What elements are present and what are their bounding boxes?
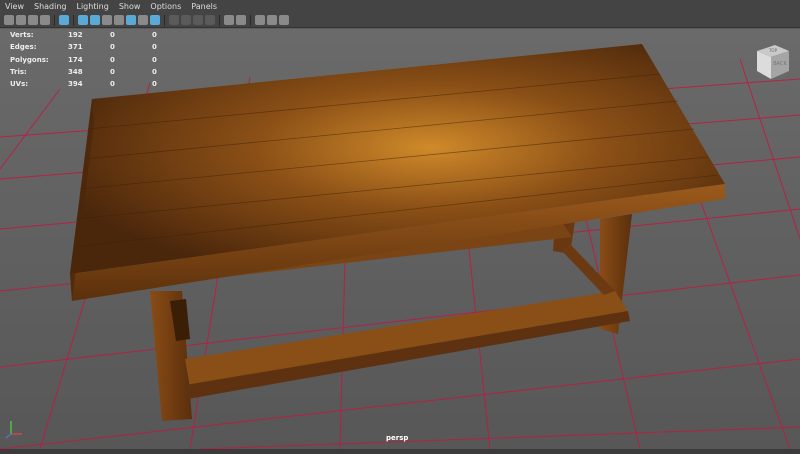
axis-gizmo xyxy=(5,421,22,439)
hud-label: Polygons: xyxy=(10,55,49,64)
menu-panels[interactable]: Panels xyxy=(186,2,222,11)
wireframe-on-shaded-icon[interactable] xyxy=(102,15,112,25)
menu-show[interactable]: Show xyxy=(114,2,146,11)
camera-attributes-icon[interactable] xyxy=(16,15,26,25)
hud-label: UVs: xyxy=(10,80,29,89)
table-model[interactable] xyxy=(70,44,725,421)
viewport-menubar: View Shading Lighting Show Options Panel… xyxy=(0,0,800,13)
wireframe-icon[interactable] xyxy=(78,15,88,25)
table-stretcher-front xyxy=(185,291,628,387)
safe-action-icon[interactable] xyxy=(279,15,289,25)
toolbar-separator xyxy=(250,14,251,26)
textured-icon[interactable] xyxy=(126,15,136,25)
hud-label: Edges: xyxy=(10,43,37,52)
motion-blur-icon[interactable] xyxy=(181,15,191,25)
perspective-viewport[interactable]: Verts: 192 0 0 Edges: 371 0 0 Polygons: 174 0 0 T… xyxy=(0,29,800,449)
camera-icon[interactable] xyxy=(4,15,14,25)
hud-value: 0 xyxy=(110,31,115,40)
xray-joints-icon[interactable] xyxy=(236,15,246,25)
view-cube-back-label: BACK xyxy=(773,61,787,67)
camera-name-label: persp xyxy=(386,434,409,442)
isolate-select-icon[interactable] xyxy=(224,15,234,25)
x-ray-icon[interactable] xyxy=(114,15,124,25)
depth-of-field-icon[interactable] xyxy=(205,15,215,25)
z-axis-icon xyxy=(5,433,12,439)
toolbar-separator xyxy=(219,14,220,26)
menu-lighting[interactable]: Lighting xyxy=(71,2,113,11)
hud-row-verts: Verts: 192 0 0 xyxy=(10,29,194,41)
time-slider-strip[interactable] xyxy=(0,449,800,454)
lights-icon[interactable] xyxy=(138,15,148,25)
viewport-toolbar xyxy=(0,13,800,28)
hud-value: 371 xyxy=(68,43,83,52)
hud-value: 0 xyxy=(110,80,115,89)
smooth-shade-icon[interactable] xyxy=(90,15,100,25)
scene-render xyxy=(0,44,800,449)
hud-value: 0 xyxy=(110,43,115,52)
toolbar-separator xyxy=(54,14,55,26)
hud-label: Tris: xyxy=(10,68,27,77)
field-chart-icon[interactable] xyxy=(267,15,277,25)
poly-count-hud: Verts: 192 0 0 Edges: 371 0 0 Polygons: 174 0 0 T… xyxy=(10,29,194,90)
hud-value: 0 xyxy=(152,31,157,40)
gate-mask-icon[interactable] xyxy=(255,15,265,25)
hud-value: 174 xyxy=(68,55,83,64)
ambient-occlusion-icon[interactable] xyxy=(169,15,179,25)
hud-row-uvs: UVs: 394 0 0 xyxy=(10,78,194,90)
hud-value: 0 xyxy=(110,55,115,64)
view-cube[interactable]: TOP BACK xyxy=(751,41,793,83)
toolbar-separator xyxy=(73,14,74,26)
menu-view[interactable]: View xyxy=(0,2,29,11)
view-cube-top-label: TOP xyxy=(768,48,778,53)
hud-value: 348 xyxy=(68,68,83,77)
hud-row-edges: Edges: 371 0 0 xyxy=(10,41,194,53)
toolbar-separator xyxy=(164,14,165,26)
hud-value: 0 xyxy=(152,68,157,77)
grid-icon[interactable] xyxy=(59,15,69,25)
image-plane-icon[interactable] xyxy=(40,15,50,25)
hud-value: 192 xyxy=(68,31,83,40)
shadows-icon[interactable] xyxy=(150,15,160,25)
hud-value: 394 xyxy=(68,80,83,89)
hud-row-tris: Tris: 348 0 0 xyxy=(10,66,194,78)
menu-shading[interactable]: Shading xyxy=(29,2,72,11)
bookmark-icon[interactable] xyxy=(28,15,38,25)
hud-value: 0 xyxy=(152,80,157,89)
hud-value: 0 xyxy=(152,43,157,52)
hud-row-polygons: Polygons: 174 0 0 xyxy=(10,54,194,66)
hud-value: 0 xyxy=(110,68,115,77)
hud-label: Verts: xyxy=(10,31,34,40)
menu-options[interactable]: Options xyxy=(145,2,186,11)
hud-value: 0 xyxy=(152,55,157,64)
anti-aliasing-icon[interactable] xyxy=(193,15,203,25)
